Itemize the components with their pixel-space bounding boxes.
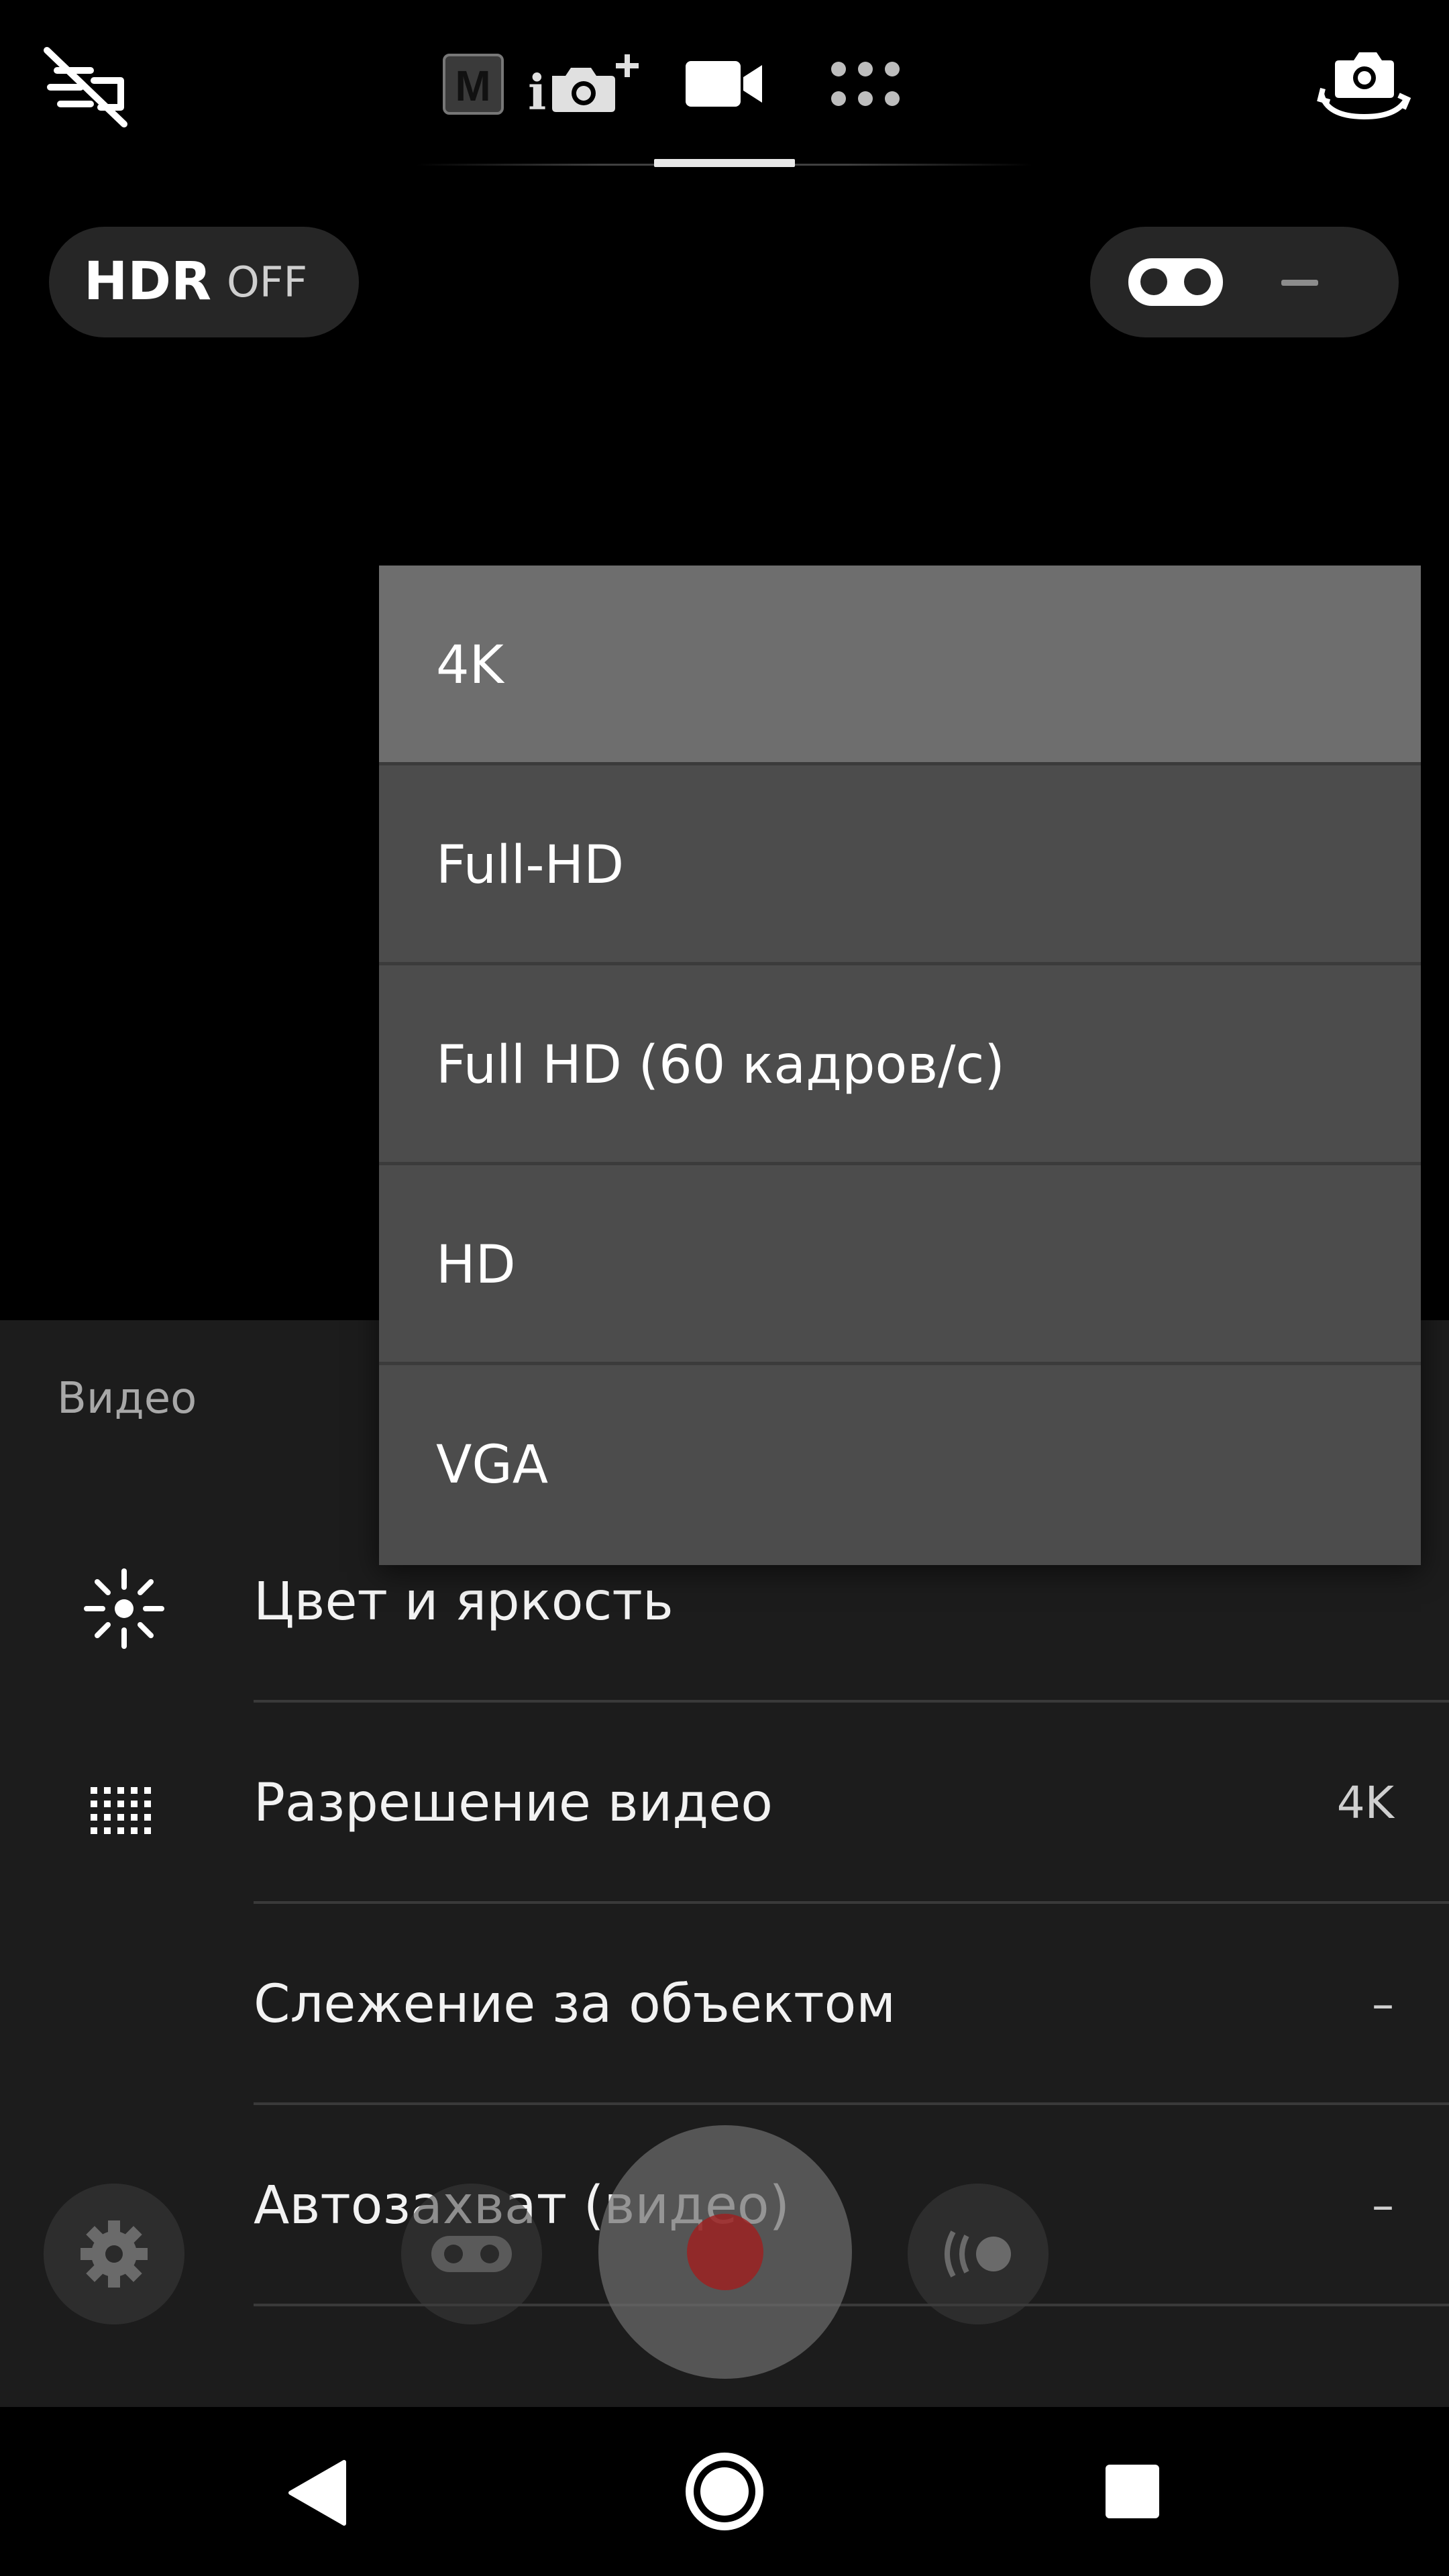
recents-icon[interactable] <box>1106 2465 1159 2518</box>
top-bar: M i <box>0 0 1449 174</box>
dropdown-item-full-hd[interactable]: Full-HD <box>379 765 1421 965</box>
dropdown-item-label: HD <box>436 1235 516 1295</box>
setting-value: 4K <box>1336 1777 1394 1829</box>
hdr-value: OFF <box>227 258 308 307</box>
setting-label: Слежение за объектом <box>254 1974 896 2035</box>
gear-icon <box>80 2220 148 2288</box>
setting-value: – <box>1372 1978 1394 2030</box>
video-camera-icon[interactable] <box>681 37 768 131</box>
active-mode-indicator <box>654 159 795 167</box>
setting-label: Разрешение видео <box>254 1773 773 1833</box>
navigation-bar <box>0 2407 1449 2576</box>
dual-lens-value <box>1281 280 1318 286</box>
setting-value: – <box>1372 2180 1394 2231</box>
dropdown-item-label: Full HD (60 кадров/с) <box>436 1035 1005 1095</box>
dual-lens-icon <box>1127 257 1224 307</box>
setting-object-tracking[interactable]: Слежение за объектом – <box>0 1904 1449 2105</box>
brightness-icon <box>77 1562 171 1656</box>
grid-resolution-icon <box>77 1763 171 1857</box>
dropdown-item-label: VGA <box>436 1435 549 1495</box>
setting-video-resolution[interactable]: Разрешение видео 4K <box>0 1703 1449 1904</box>
dropdown-item-vga[interactable]: VGA <box>379 1365 1421 1565</box>
home-icon[interactable] <box>684 2451 765 2532</box>
svg-text:M: M <box>455 62 490 110</box>
manual-mode-icon[interactable]: M <box>436 37 510 131</box>
dropdown-item-full-hd-60fps[interactable]: Full HD (60 кадров/с) <box>379 965 1421 1165</box>
panel-title: Видео <box>57 1374 197 1424</box>
dual-lens-button[interactable] <box>401 2184 542 2324</box>
steadyshot-button[interactable] <box>908 2184 1049 2324</box>
dropdown-item-4k[interactable]: 4K <box>379 566 1421 765</box>
flash-off-icon[interactable] <box>37 44 134 131</box>
superior-auto-icon[interactable]: i <box>527 37 647 131</box>
dropdown-item-label: 4K <box>436 635 504 696</box>
dual-lens-toggle[interactable] <box>1090 227 1399 337</box>
camera-app: M i HDR OFF Видео Цвет и яркость Разреше… <box>0 0 1449 2576</box>
hdr-toggle[interactable]: HDR OFF <box>49 227 359 337</box>
dropdown-item-label: Full-HD <box>436 835 625 896</box>
steadyshot-icon <box>945 2231 1011 2277</box>
back-icon[interactable] <box>285 2459 349 2526</box>
resolution-dropdown: 4K Full-HD Full HD (60 кадров/с) HD VGA <box>379 566 1421 1565</box>
svg-text:i: i <box>528 64 546 117</box>
dropdown-item-hd[interactable]: HD <box>379 1165 1421 1365</box>
settings-button[interactable] <box>44 2184 184 2324</box>
more-modes-icon[interactable] <box>825 37 906 131</box>
dual-lens-icon <box>431 2236 512 2272</box>
record-icon <box>687 2214 763 2290</box>
switch-camera-icon[interactable] <box>1315 47 1412 124</box>
hdr-label: HDR <box>84 252 212 312</box>
